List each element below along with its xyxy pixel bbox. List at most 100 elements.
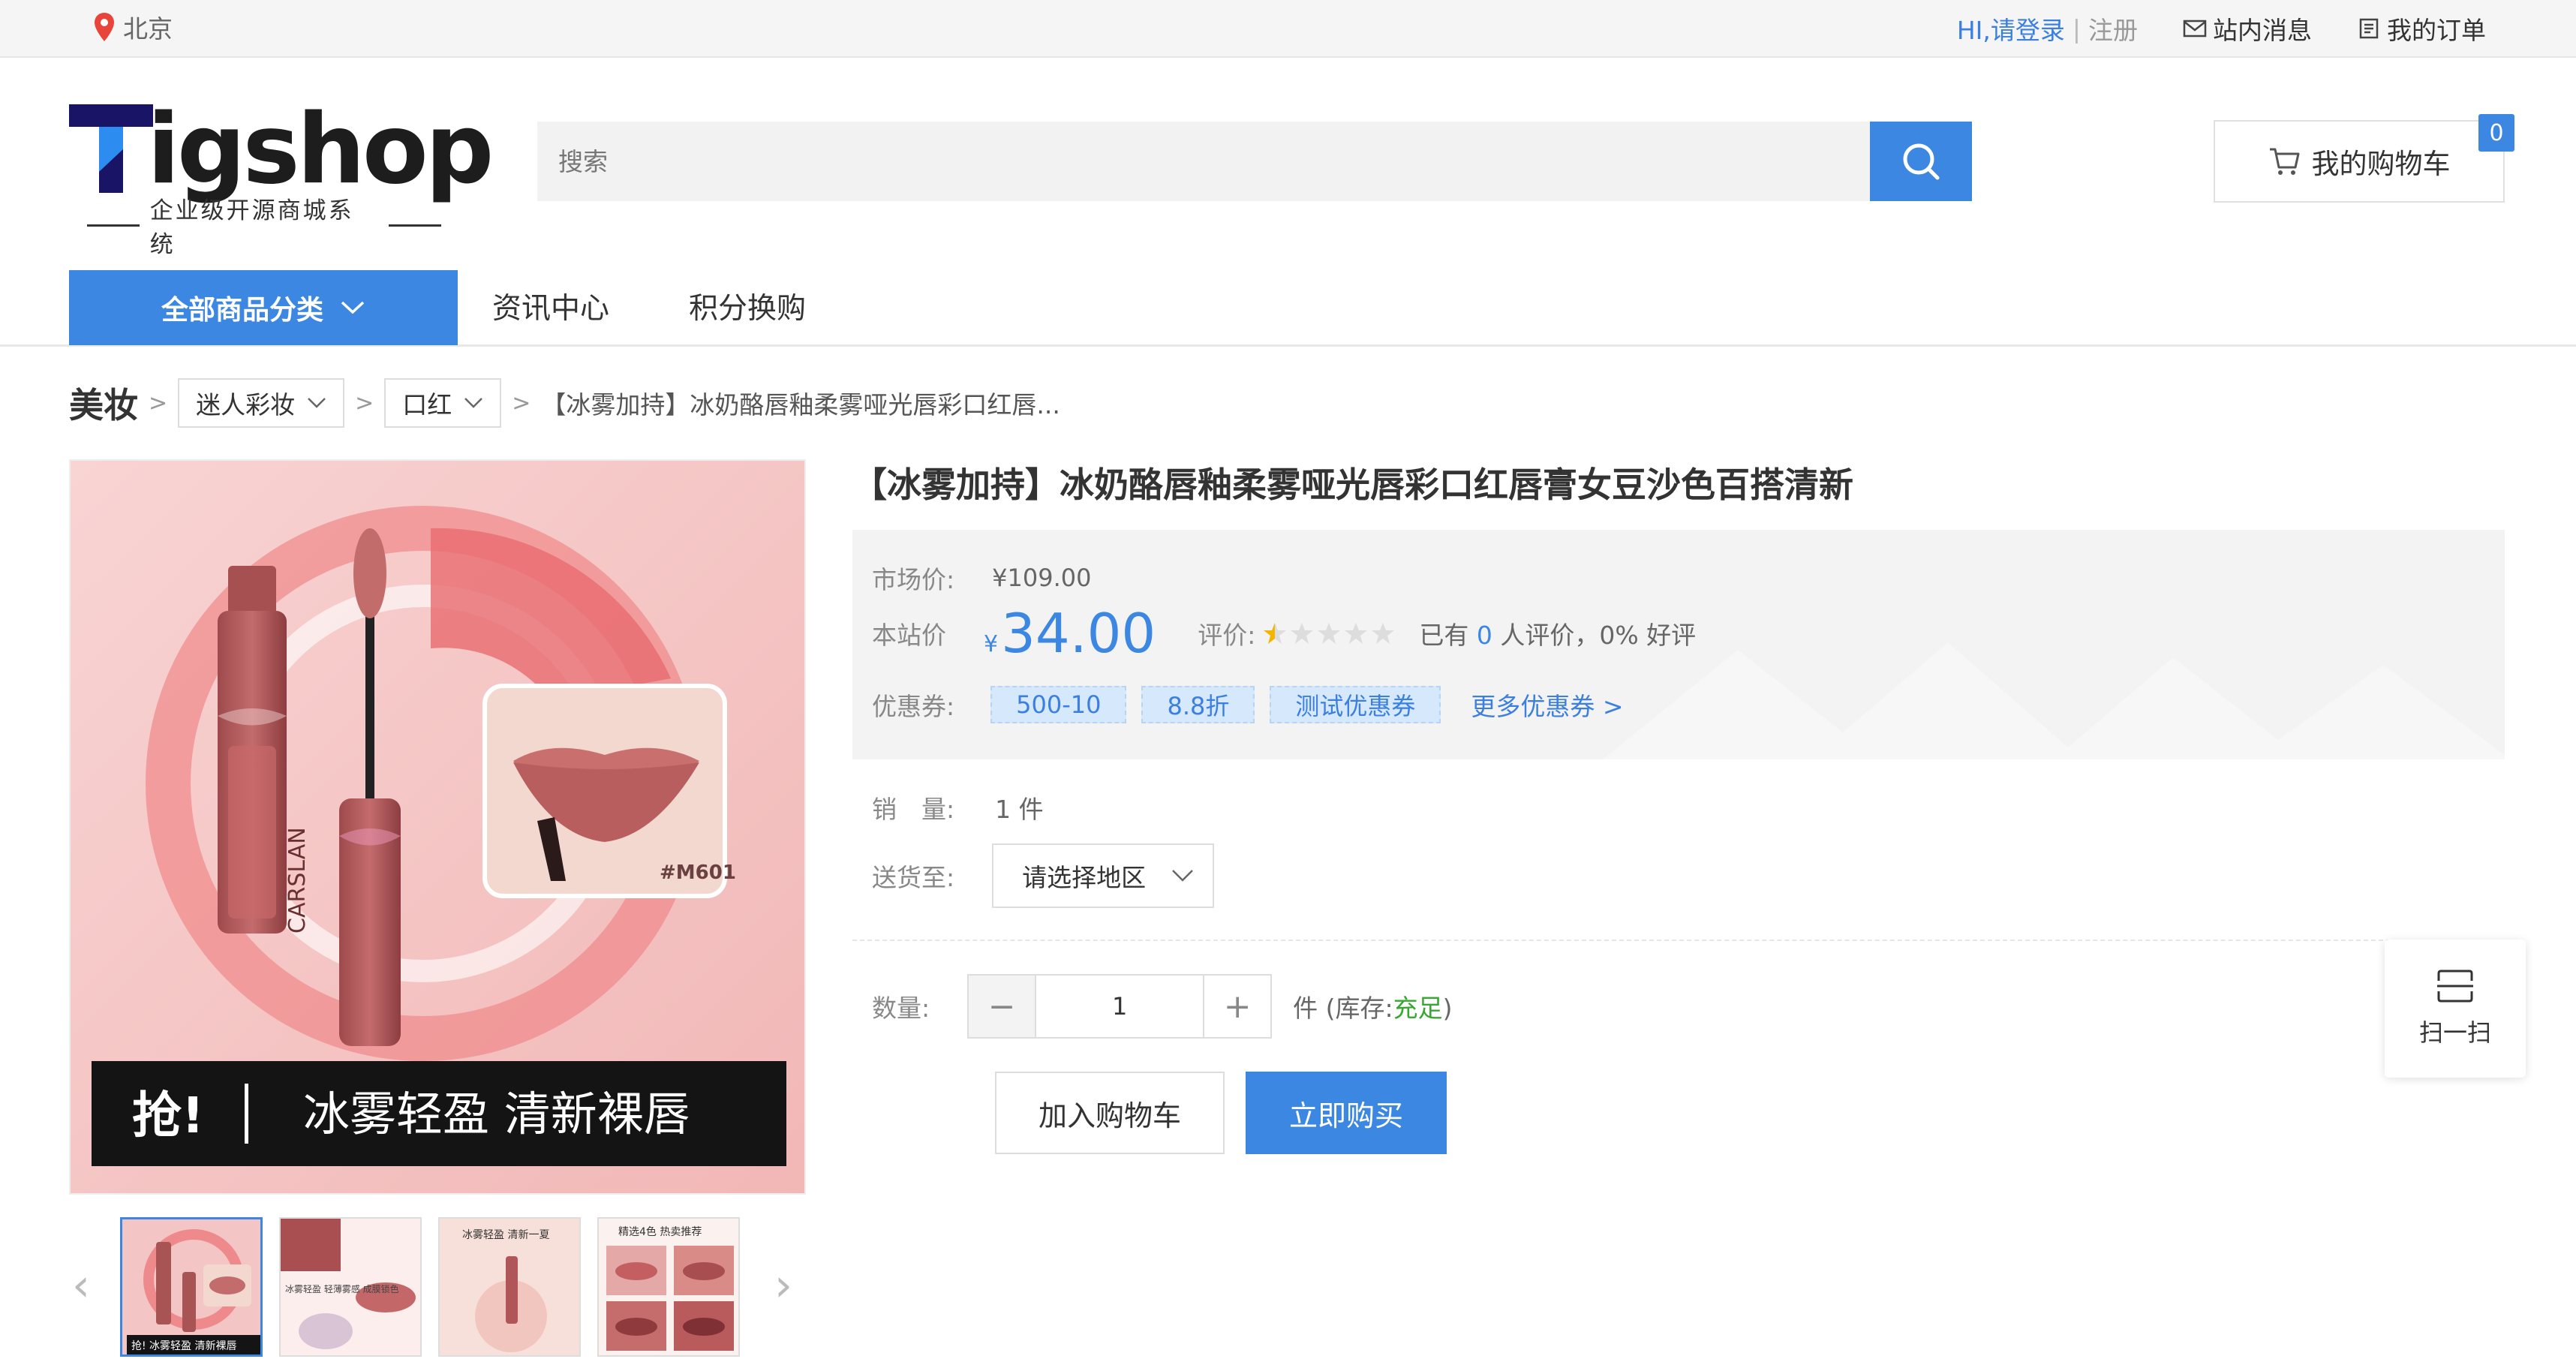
mail-icon [2183, 20, 2207, 38]
top-links: HI,请登录 | 注册 站内消息 我的订单 [1957, 11, 2486, 47]
thumbnail-3-text: 冰雾轻盈 清新一夏 [462, 1229, 549, 1241]
cart-button[interactable]: 我的购物车 [2214, 120, 2505, 203]
site-price-row: 本站价 ¥ 34.00 评价: 已有 0 人评价，0% 好评 [872, 602, 1696, 665]
region-select[interactable]: 请选择地区 [992, 843, 1215, 908]
quantity-row: 数量: − 1 + 件 (库存:充足) [872, 974, 1453, 1039]
product-illustration: CARSLAN #M601 抢! 冰雾轻盈 清新裸唇 [71, 461, 804, 1193]
scan-qr-widget[interactable]: 扫一扫 [2385, 940, 2526, 1078]
sales-row: 销 量: 1 件 [872, 789, 1044, 825]
thumbnail-strip: ‹ 抢! 冰雾轻盈 清新裸唇 冰雾轻盈 轻薄雾感 成膜锁色 冰雾轻盈 清新一夏 [69, 1214, 806, 1357]
all-categories-label: 全部商品分类 [161, 295, 323, 326]
product-main-image[interactable]: CARSLAN #M601 抢! 冰雾轻盈 清新裸唇 [69, 459, 806, 1195]
nav-item-points-exchange[interactable]: 积分换购 [689, 285, 806, 327]
logo-text: igshop [147, 94, 494, 206]
thumbnail-4-text: 精选4色 热卖推荐 [618, 1225, 702, 1238]
thumbnail-2[interactable]: 冰雾轻盈 轻薄雾感 成膜锁色 [279, 1217, 422, 1357]
bottle-brand-text: CARSLAN [284, 827, 311, 934]
breadcrumb-arrow-icon: > [355, 389, 374, 416]
messages-label: 站内消息 [2213, 16, 2312, 45]
messages-link[interactable]: 站内消息 [2183, 11, 2312, 47]
shade-code-text: #M601 [660, 861, 736, 884]
thumbnail-1-text: 抢! 冰雾轻盈 清新裸唇 [131, 1339, 237, 1352]
quantity-stepper: − 1 + [967, 974, 1273, 1039]
location-selector[interactable]: 北京 [93, 9, 173, 45]
orders-link[interactable]: 我的订单 [2357, 11, 2486, 47]
coupon-tag-discount[interactable]: 8.8折 [1141, 686, 1255, 723]
thumbnail-1[interactable]: 抢! 冰雾轻盈 清新裸唇 [120, 1217, 263, 1357]
scan-icon [2437, 970, 2473, 1003]
breadcrumb-level2-label: 口红 [402, 390, 452, 419]
rating-stars [1263, 621, 1398, 645]
cart-label: 我的购物车 [2311, 148, 2451, 180]
scan-label: 扫一扫 [2418, 1018, 2491, 1047]
stock-info: 件 (库存:充足) [1293, 994, 1453, 1023]
star-empty-icon [1345, 623, 1368, 644]
register-link[interactable]: 注册 [2088, 11, 2138, 47]
thumbnail-4[interactable]: 精选4色 热卖推荐 [597, 1217, 740, 1357]
chevron-down-icon [308, 398, 326, 408]
quantity-label: 数量: [872, 994, 930, 1023]
price-panel: 市场价: ¥109.00 本站价 ¥ 34.00 评价: 已有 0 人评价，0%… [852, 530, 2505, 759]
all-categories-button[interactable]: 全部商品分类 [69, 270, 458, 345]
search-icon [1903, 143, 1940, 180]
thumbnail-image: 精选4色 热卖推荐 [599, 1219, 738, 1355]
coupon-tag-500-10[interactable]: 500-10 [990, 686, 1127, 723]
reviews-count-link[interactable]: 0 [1477, 621, 1492, 650]
nav-item-news[interactable]: 资讯中心 [492, 285, 609, 327]
orders-label: 我的订单 [2387, 16, 2486, 45]
thumbnail-2-text: 冰雾轻盈 轻薄雾感 成膜锁色 [285, 1283, 399, 1294]
site-price-label: 本站价 [872, 621, 946, 650]
quantity-input[interactable]: 1 [1035, 976, 1205, 1037]
market-price-row: 市场价: ¥109.00 [872, 560, 1091, 596]
reviews-summary: 已有 0 人评价，0% 好评 [1419, 621, 1697, 650]
quantity-increase-button[interactable]: + [1204, 976, 1270, 1037]
buy-now-button[interactable]: 立即购买 [1246, 1072, 1447, 1154]
chevron-down-icon [341, 301, 365, 314]
breadcrumb-dropdown-makeup[interactable]: 迷人彩妆 [178, 378, 345, 428]
star-empty-icon [1318, 623, 1341, 644]
section-divider [852, 940, 2391, 941]
chevron-down-icon [464, 398, 483, 408]
breadcrumb-dropdown-lipstick[interactable]: 口红 [384, 378, 502, 428]
product-title: 【冰雾加持】冰奶酪唇釉柔雾哑光唇彩口红唇膏女豆沙色百搭清新 [852, 465, 1853, 505]
sales-value: 1 件 [995, 795, 1044, 824]
search-input[interactable] [537, 122, 1870, 201]
thumbnail-image: 抢! 冰雾轻盈 清新裸唇 [122, 1219, 260, 1354]
ship-to-label: 送货至: [872, 863, 955, 892]
thumb-next-arrow-icon[interactable]: › [774, 1259, 792, 1312]
shipping-row: 送货至: 请选择地区 [872, 843, 1215, 908]
thumb-prev-arrow-icon[interactable]: ‹ [72, 1259, 90, 1312]
chevron-down-icon [1172, 870, 1194, 882]
breadcrumb-level1-label: 迷人彩妆 [196, 390, 296, 419]
site-logo[interactable]: igshop 企业级开源商城系统 [69, 94, 494, 258]
stock-status: 充足 [1393, 994, 1443, 1023]
search-button[interactable] [1870, 122, 1972, 201]
more-coupons-link[interactable]: 更多优惠券 > [1471, 687, 1623, 723]
breadcrumb-arrow-icon: > [512, 389, 531, 416]
thumbnail-image: 冰雾轻盈 轻薄雾感 成膜锁色 [281, 1219, 420, 1355]
coupon-tag-test[interactable]: 测试优惠券 [1270, 686, 1441, 723]
add-to-cart-button[interactable]: 加入购物车 [995, 1072, 1225, 1154]
breadcrumb-root[interactable]: 美妆 [69, 378, 138, 428]
quantity-decrease-button[interactable]: − [969, 976, 1036, 1037]
breadcrumb-current: 【冰雾加持】冰奶酪唇釉柔雾哑光唇彩口红唇... [541, 390, 1060, 419]
rating-label: 评价: [1198, 621, 1256, 650]
site-price: 34.00 [1001, 602, 1156, 665]
currency-symbol: ¥ [984, 631, 999, 657]
login-link[interactable]: HI,请登录 [1957, 11, 2065, 47]
separator: | [2072, 14, 2081, 44]
banner-text-left: 抢! [132, 1087, 204, 1144]
thumbnail-3[interactable]: 冰雾轻盈 清新一夏 [438, 1217, 581, 1357]
region-select-label: 请选择地区 [1022, 863, 1147, 892]
market-price: ¥109.00 [992, 564, 1092, 592]
star-empty-icon [1291, 623, 1314, 644]
search-bar [537, 122, 1972, 201]
sales-label: 销 量: [872, 795, 955, 824]
star-empty-icon [1372, 623, 1395, 644]
location-text: 北京 [123, 14, 173, 44]
thumbnail-image: 冰雾轻盈 清新一夏 [440, 1219, 579, 1355]
breadcrumb-arrow-icon: > [149, 389, 168, 416]
top-bar: 北京 HI,请登录 | 注册 站内消息 我的订单 [0, 0, 2576, 58]
star-half-icon [1264, 623, 1287, 644]
location-pin-icon [95, 13, 114, 41]
